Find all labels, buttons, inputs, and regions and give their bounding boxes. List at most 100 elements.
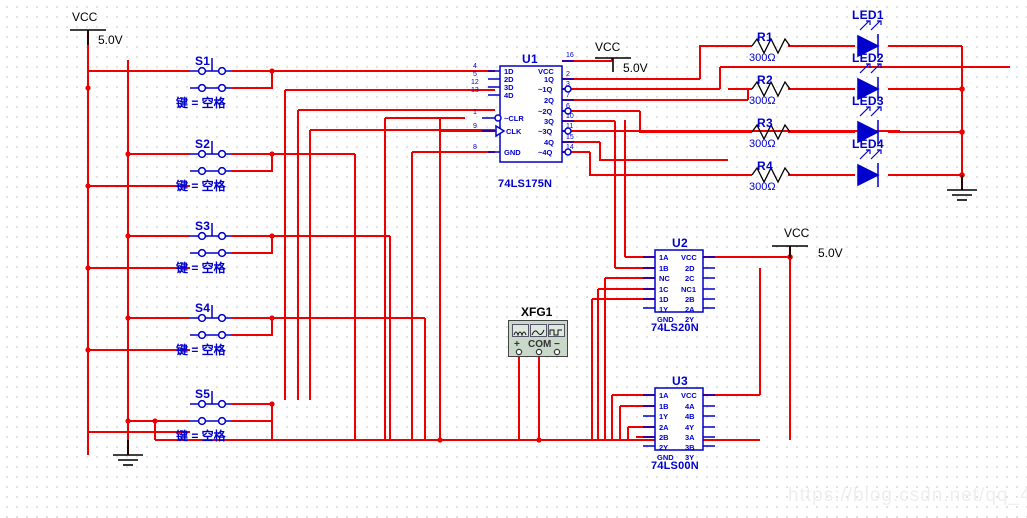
ic-pin-u3-gnd: GND bbox=[657, 453, 674, 462]
function-generator-minus-label: − bbox=[554, 339, 560, 350]
ic-pin-u3-vcc: VCC bbox=[681, 391, 697, 400]
ic-pin-u2-gnd: GND bbox=[657, 315, 674, 324]
led-symbol-led4 bbox=[857, 149, 882, 187]
ic-pin-u3-1b: 1B bbox=[659, 402, 669, 411]
ic-pin-u3-2b: 2B bbox=[659, 433, 669, 442]
ic-pinnum-u1-15: 15 bbox=[566, 134, 574, 141]
ic-pin-u2-vcc: VCC bbox=[681, 253, 697, 262]
ic-pin-u1-n1q: ~1Q bbox=[538, 85, 553, 94]
ic-pinnum-u1-16: 16 bbox=[566, 52, 574, 59]
resistor-ref-r1[interactable]: R1 bbox=[757, 30, 773, 44]
ic-pin-u3-2a: 2A bbox=[659, 423, 669, 432]
ic-pin-u1-n2q: ~2Q bbox=[538, 107, 553, 116]
ic-pin-u1-n4q: ~4Q bbox=[538, 148, 553, 157]
ic-pin-u2-1b: 1B bbox=[659, 264, 669, 273]
resistor-value-r2: 300Ω bbox=[749, 95, 776, 107]
resistor-value-r4: 300Ω bbox=[749, 181, 776, 193]
switch-key-s5: 键 = 空格 bbox=[176, 429, 226, 443]
ic-pinnum-u1-9: 9 bbox=[473, 123, 477, 130]
ic-pinnum-u1-14: 14 bbox=[566, 144, 574, 151]
switch-ref-s3[interactable]: S3 bbox=[195, 219, 210, 233]
instrument-ref-xfg1[interactable]: XFG1 bbox=[521, 305, 552, 319]
switch-ref-s1[interactable]: S1 bbox=[195, 54, 210, 68]
vcc-value-3: 5.0V bbox=[818, 246, 843, 260]
ic-pin-u3-3y: 3Y bbox=[685, 453, 695, 462]
led-ref-led1[interactable]: LED1 bbox=[852, 8, 884, 22]
ic-pin-u1-2q: 2Q bbox=[544, 96, 555, 105]
ic-pin-u1-n3q: ~3Q bbox=[538, 127, 553, 136]
ic-pin-u3-3a: 3A bbox=[685, 433, 695, 442]
ic-pin-u3-1y: 1Y bbox=[659, 412, 669, 421]
ic-pin-u1-gnd: GND bbox=[504, 148, 521, 157]
vcc-value-2: 5.0V bbox=[623, 61, 648, 75]
vcc-label-2: VCC bbox=[595, 40, 621, 54]
ic-pin-u2-nc: NC bbox=[659, 274, 670, 283]
triangle-wave-glyph bbox=[531, 329, 545, 336]
ic-ref-u1[interactable]: U1 bbox=[522, 52, 538, 66]
ic-pin-u3-4y: 4Y bbox=[685, 423, 695, 432]
switch-ref-s4[interactable]: S4 bbox=[195, 301, 210, 315]
sine-wave-icon[interactable] bbox=[512, 324, 529, 337]
switch-key-s4: 键 = 空格 bbox=[176, 343, 226, 357]
ic-pinnum-u1-2: 2 bbox=[566, 71, 570, 78]
ic-pinnum-u1-11: 11 bbox=[566, 123, 574, 130]
ic-ref-u3[interactable]: U3 bbox=[672, 374, 688, 388]
ic-pin-u2-2c: 2C bbox=[685, 274, 695, 283]
ic-pinnum-u1-13: 13 bbox=[471, 87, 479, 94]
resistor-ref-r3[interactable]: R3 bbox=[757, 116, 773, 130]
switch-key-s3: 键 = 空格 bbox=[176, 261, 226, 275]
ground-symbol-1 bbox=[113, 440, 143, 466]
switch-ref-s5[interactable]: S5 bbox=[195, 387, 210, 401]
ic-pin-u3-4b: 4B bbox=[685, 412, 695, 421]
led-ref-led3[interactable]: LED3 bbox=[852, 94, 884, 108]
ground-symbol-2 bbox=[947, 175, 977, 201]
resistor-ref-r4[interactable]: R4 bbox=[757, 159, 773, 173]
watermark-text: https://blog.csdn.net/qq_43547520 bbox=[788, 485, 1027, 506]
function-generator-plus-label: + bbox=[514, 339, 520, 350]
vcc-value-1: 5.0V bbox=[98, 33, 123, 47]
schematic-canvas[interactable]: VCC 5.0V VCC 5.0V VCC 5.0V S1 键 = 空格 S2 … bbox=[0, 0, 1027, 518]
ic-pin-u2-2b: 2B bbox=[685, 295, 695, 304]
ic-pin-u1-clr: ~CLR bbox=[504, 114, 524, 123]
square-wave-glyph bbox=[549, 329, 562, 336]
ic-pin-u1-1q: 1Q bbox=[544, 75, 555, 84]
ic-pin-u2-1a: 1A bbox=[659, 253, 669, 262]
ic-pin-u2-nc1: NC1 bbox=[681, 285, 697, 294]
ic-pin-u3-1a: 1A bbox=[659, 391, 669, 400]
function-generator-com-label: COM bbox=[528, 339, 552, 350]
resistor-value-r3: 300Ω bbox=[749, 138, 776, 150]
ic-pin-u1-clk: CLK bbox=[506, 127, 522, 136]
square-wave-icon[interactable] bbox=[548, 324, 565, 337]
ic-pinnum-u1-8: 8 bbox=[473, 144, 477, 151]
vcc-label-1: VCC bbox=[72, 10, 98, 24]
ic-pinnum-u1-10: 10 bbox=[566, 113, 574, 120]
vcc-label-3: VCC bbox=[784, 226, 810, 240]
ic-pin-u2-1y: 1Y bbox=[659, 305, 669, 314]
triangle-wave-icon[interactable] bbox=[530, 324, 547, 337]
resistor-value-r1: 300Ω bbox=[749, 52, 776, 64]
led-ref-led4[interactable]: LED4 bbox=[852, 137, 884, 151]
ic-pin-u2-2y: 2Y bbox=[685, 315, 695, 324]
ic-pinnum-u1-4: 4 bbox=[473, 63, 477, 70]
led-ref-led2[interactable]: LED2 bbox=[852, 51, 884, 65]
switch-key-s2: 键 = 空格 bbox=[176, 179, 226, 193]
ic-pin-u1-4d: 4D bbox=[504, 91, 514, 100]
ic-pin-u2-1d: 1D bbox=[659, 295, 669, 304]
ic-ref-u2[interactable]: U2 bbox=[672, 236, 688, 250]
ic-pin-u1-3q: 3Q bbox=[544, 117, 555, 126]
switch-ref-s2[interactable]: S2 bbox=[195, 137, 210, 151]
ic-pinnum-u1-12: 12 bbox=[471, 79, 479, 86]
ic-pinnum-u1-6: 6 bbox=[566, 103, 570, 110]
switch-key-s1: 键 = 空格 bbox=[176, 96, 226, 110]
ic-pin-u3-3b: 3B bbox=[685, 443, 695, 452]
ic-pin-u3-4a: 4A bbox=[685, 402, 695, 411]
sine-wave-glyph bbox=[513, 331, 527, 337]
ic-pin-u2-2d: 2D bbox=[685, 264, 695, 273]
ic-pin-u2-1c: 1C bbox=[659, 285, 669, 294]
switch-symbols bbox=[190, 58, 232, 426]
ic-part-u1: 74LS175N bbox=[498, 178, 553, 190]
ic-pin-u3-2y: 2Y bbox=[659, 443, 669, 452]
resistor-ref-r2[interactable]: R2 bbox=[757, 73, 773, 87]
ic-pinnum-u1-3: 3 bbox=[566, 81, 570, 88]
ic-pinnum-u1-1: 1 bbox=[473, 109, 477, 116]
